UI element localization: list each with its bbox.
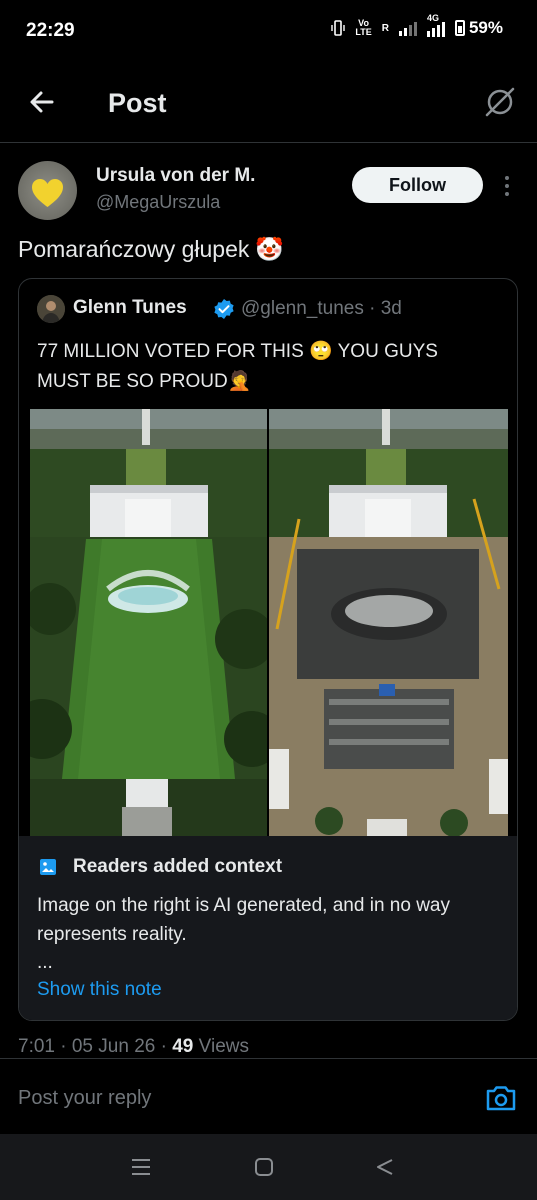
person-avatar-icon [37, 295, 65, 323]
post-timestamp: 7:01 · 05 Jun 26 · [18, 1036, 173, 1057]
top-app-bar: Post [0, 70, 537, 143]
community-note-title: Readers added context [73, 856, 283, 877]
community-note-ellipsis: ... [37, 952, 53, 973]
page-title: Post [108, 88, 167, 118]
vibrate-icon [331, 20, 346, 36]
camera-button[interactable] [485, 1083, 517, 1113]
views-count[interactable]: 49 [172, 1036, 193, 1057]
back-button[interactable] [24, 84, 60, 120]
status-icons: Vo LTE R 4G 59% [331, 13, 503, 38]
photo-right[interactable] [269, 409, 508, 836]
recents-button[interactable] [131, 1158, 151, 1176]
clown-emoji: 🤡 [255, 236, 285, 262]
show-note-link[interactable]: Show this note [37, 979, 162, 1001]
post-text-body: Pomarańczowy głupek [18, 236, 250, 262]
triangle-back-icon [377, 1159, 393, 1175]
views-label: Views [193, 1036, 249, 1057]
more-options-button[interactable] [498, 172, 516, 200]
battery-indicator: 59% [454, 18, 503, 38]
home-icon [255, 1158, 273, 1176]
post-text: Pomarańczowy głupek 🤡 [18, 236, 284, 263]
grok-button[interactable] [482, 84, 518, 120]
status-bar: 22:29 Vo LTE R 4G 59% [0, 0, 537, 64]
reply-bar: Post your reply [0, 1058, 537, 1135]
quote-author-avatar[interactable] [37, 295, 65, 323]
follow-button[interactable]: Follow [352, 167, 483, 203]
author-avatar[interactable] [18, 161, 77, 220]
more-vertical-icon [505, 176, 509, 196]
grok-icon [485, 87, 515, 117]
yellow-heart-icon [32, 179, 63, 207]
signal-4g-icon: 4G [426, 13, 445, 37]
arrow-left-icon [30, 91, 54, 113]
reply-input[interactable]: Post your reply [18, 1087, 151, 1110]
roaming-indicator: R [381, 22, 389, 34]
battery-icon [454, 20, 465, 36]
quote-text: 77 MILLION VOTED FOR THIS 🙄 YOU GUYS MUS… [37, 341, 438, 392]
author-handle[interactable]: @MegaUrszula [96, 192, 220, 213]
volte-indicator: Vo LTE [355, 18, 372, 37]
signal-icon [398, 20, 417, 36]
quote-media[interactable] [30, 409, 508, 836]
battery-percent: 59% [468, 18, 503, 37]
system-nav-bar [0, 1134, 537, 1200]
home-button[interactable] [254, 1157, 274, 1177]
quote-author-name[interactable]: Glenn Tunes [73, 297, 187, 319]
community-note[interactable]: Readers added context Image on the right… [19, 836, 517, 1020]
recents-icon [132, 1159, 150, 1175]
quote-author-handle[interactable]: @glenn_tunes · 3d [241, 298, 402, 320]
status-time: 22:29 [26, 20, 75, 41]
community-note-text: Image on the right is AI generated, and … [37, 895, 450, 945]
photo-left[interactable] [30, 409, 267, 836]
author-name[interactable]: Ursula von der M. [96, 165, 255, 187]
post-metadata: 7:01 · 05 Jun 26 · 49 Views [18, 1036, 249, 1058]
camera-icon [486, 1086, 516, 1111]
verified-badge-icon [213, 298, 235, 320]
quoted-post[interactable]: Glenn Tunes @glenn_tunes · 3d 77 MILLION… [18, 278, 518, 1021]
system-back-button[interactable] [375, 1157, 395, 1177]
image-icon [39, 858, 57, 876]
